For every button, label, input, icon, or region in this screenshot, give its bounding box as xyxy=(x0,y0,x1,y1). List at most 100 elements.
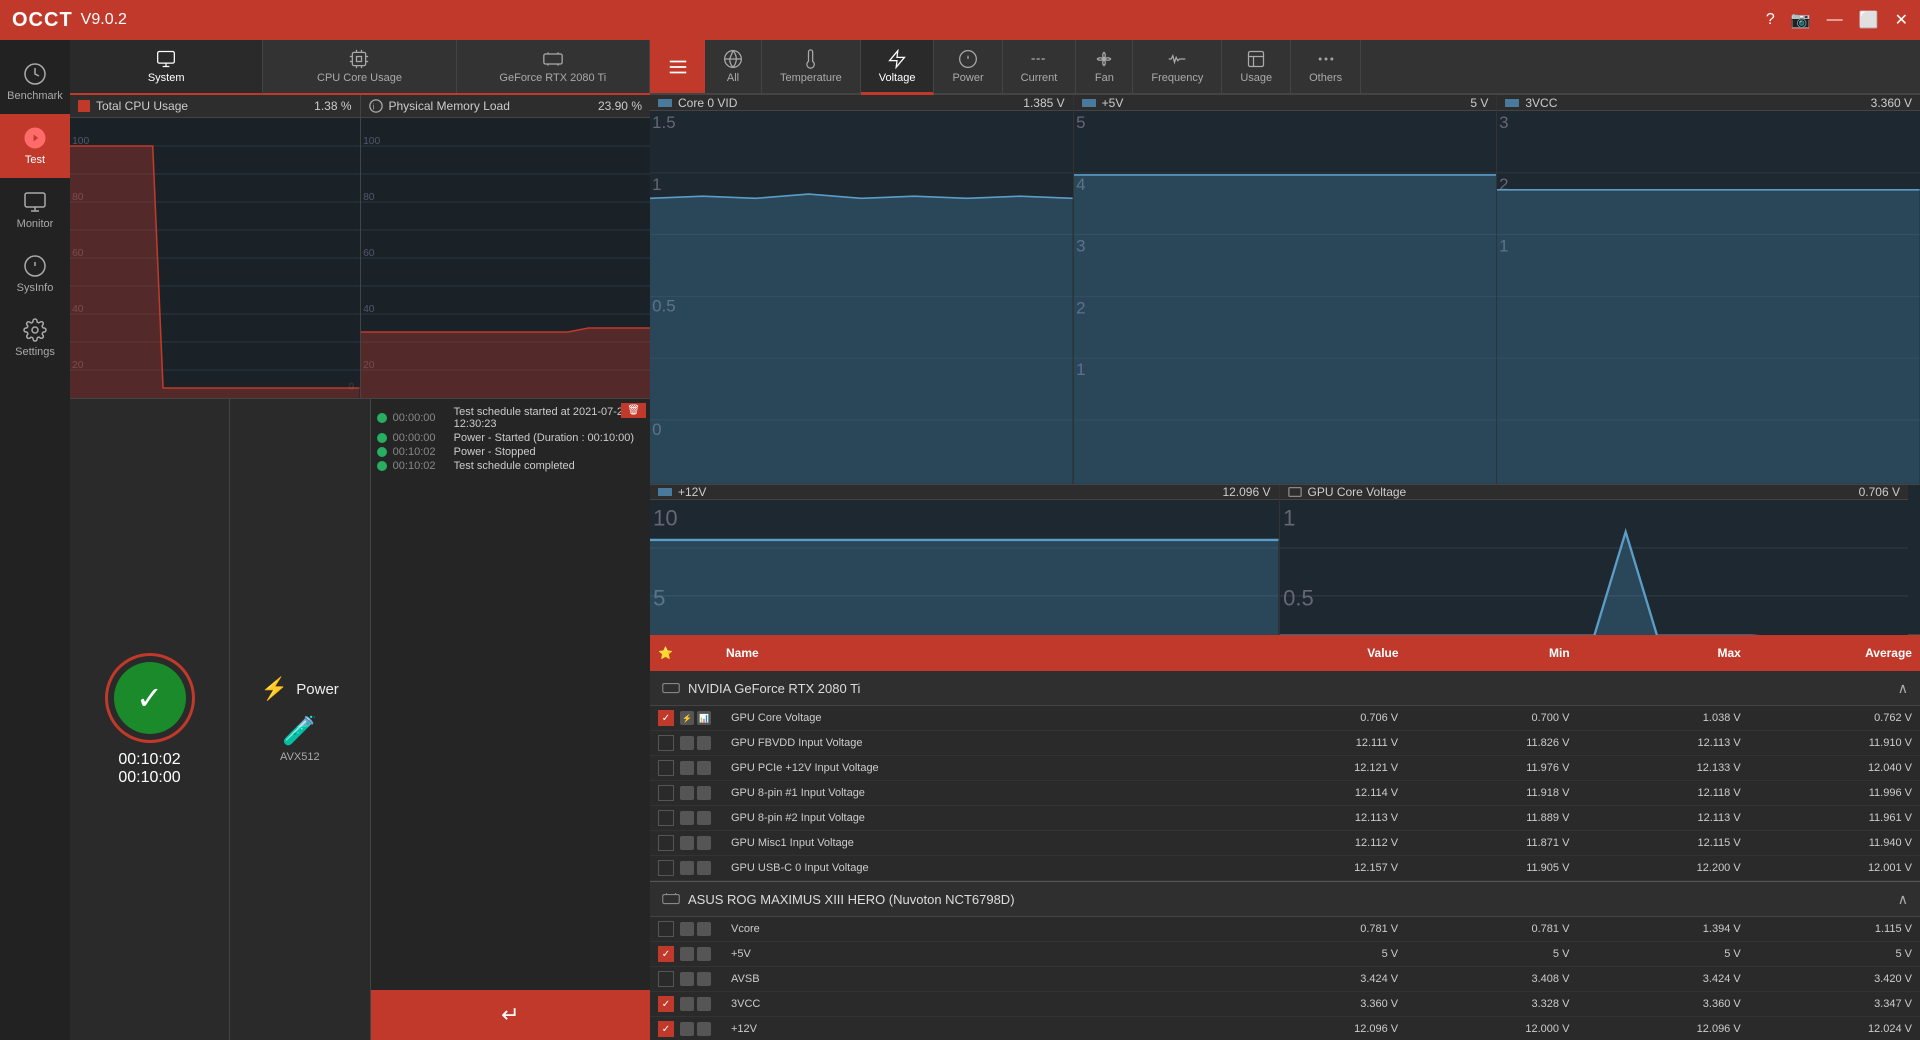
row-checkbox[interactable] xyxy=(658,760,674,776)
row-icon xyxy=(697,947,711,961)
row-max: 3.360 V xyxy=(1575,998,1740,1010)
tab-fan[interactable]: Fan xyxy=(1076,40,1133,93)
row-icon xyxy=(680,811,694,825)
tab-all[interactable]: All xyxy=(705,40,762,93)
screenshot-button[interactable]: 📷 xyxy=(1791,10,1811,30)
row-checkbox[interactable] xyxy=(658,785,674,801)
svg-text:1.5: 1.5 xyxy=(652,113,675,132)
row-max: 3.424 V xyxy=(1575,973,1740,985)
row-checkbox[interactable] xyxy=(658,860,674,876)
row-max: 12.096 V xyxy=(1575,1023,1740,1035)
log-text-2: Power - Started (Duration : 00:10:00) xyxy=(454,432,634,444)
row-name: GPU PCIe +12V Input Voltage xyxy=(731,762,1227,774)
tab-usage[interactable]: Usage xyxy=(1222,40,1291,93)
row-avg: 11.996 V xyxy=(1747,787,1912,799)
3vcc-label: 3VCC xyxy=(1525,96,1557,110)
enter-button[interactable]: ↵ xyxy=(371,990,650,1040)
row-value: 12.121 V xyxy=(1233,762,1398,774)
tab-temperature[interactable]: Temperature xyxy=(762,40,861,93)
svg-text:60: 60 xyxy=(363,248,375,259)
row-avg: 11.961 V xyxy=(1747,812,1912,824)
sidebar-label-settings: Settings xyxy=(15,346,55,358)
row-max: 12.113 V xyxy=(1575,737,1740,749)
memory-label: Physical Memory Load xyxy=(389,99,510,113)
row-checkbox[interactable]: ✓ xyxy=(658,710,674,726)
sidebar-item-benchmark[interactable]: Benchmark xyxy=(0,50,70,114)
tab-frequency[interactable]: Frequency xyxy=(1133,40,1222,93)
row-name: GPU USB-C 0 Input Voltage xyxy=(731,862,1227,874)
row-checkbox[interactable] xyxy=(658,921,674,937)
row-min: 11.871 V xyxy=(1404,837,1569,849)
row-checkbox[interactable] xyxy=(658,971,674,987)
3vcc-indicator xyxy=(1505,99,1519,107)
sidebar-label-sysinfo: SysInfo xyxy=(17,282,54,294)
sidebar-label-benchmark: Benchmark xyxy=(7,90,63,102)
cpu-indicator xyxy=(78,100,90,112)
left-tabs: System CPU Core Usage GeForce RTX 2080 T… xyxy=(70,40,650,95)
row-name: GPU 8-pin #1 Input Voltage xyxy=(731,787,1227,799)
log-entry-4: 00:10:02 Test schedule completed xyxy=(377,459,644,473)
row-checkbox[interactable]: ✓ xyxy=(658,1021,674,1037)
row-min: 3.328 V xyxy=(1404,998,1569,1010)
log-entry-3: 00:10:02 Power - Stopped xyxy=(377,445,644,459)
gpu-core-voltage-label: GPU Core Voltage xyxy=(1308,485,1407,499)
sidebar-item-sysinfo[interactable]: SysInfo xyxy=(0,242,70,306)
voltage-charts-row2: +12V 12.096 V 10 5 0 xyxy=(650,485,1920,635)
tab-voltage[interactable]: Voltage xyxy=(861,40,935,95)
row-checkbox[interactable]: ✓ xyxy=(658,996,674,1012)
table-row: GPU 8-pin #2 Input Voltage 12.113 V 11.8… xyxy=(650,806,1920,831)
tab-current-label: Current xyxy=(1021,72,1058,84)
sidebar-item-settings[interactable]: Settings xyxy=(0,306,70,370)
nvidia-collapse-button[interactable]: ∧ xyxy=(1898,680,1908,697)
device-header-nvidia: NVIDIA GeForce RTX 2080 Ti ∧ xyxy=(650,671,1920,706)
row-value: 12.113 V xyxy=(1233,812,1398,824)
row-checkbox[interactable] xyxy=(658,810,674,826)
log-area: 🗑 00:00:00 Test schedule started at 2021… xyxy=(371,399,650,990)
log-dot-4 xyxy=(377,461,387,471)
help-button[interactable]: ? xyxy=(1766,11,1775,29)
sidebar-item-test[interactable]: Test xyxy=(0,114,70,178)
device-header-asus: ASUS ROG MAXIMUS XIII HERO (Nuvoton NCT6… xyxy=(650,881,1920,917)
clear-log-button[interactable]: 🗑 xyxy=(621,403,646,418)
menu-button[interactable] xyxy=(650,40,705,93)
maximize-button[interactable]: ⬜ xyxy=(1859,10,1879,30)
log-dot-2 xyxy=(377,433,387,443)
row-checkbox[interactable]: ✓ xyxy=(658,946,674,962)
minimize-button[interactable]: — xyxy=(1827,11,1843,29)
row-checkbox[interactable] xyxy=(658,835,674,851)
nvidia-device-name: NVIDIA GeForce RTX 2080 Ti xyxy=(688,681,860,696)
sidebar-item-monitor[interactable]: Monitor xyxy=(0,178,70,242)
vertical-divider[interactable] xyxy=(1908,485,1920,634)
row-value: 12.114 V xyxy=(1233,787,1398,799)
plus12v-indicator xyxy=(658,488,672,496)
memory-value: 23.90 % xyxy=(598,99,642,113)
log-panel: 🗑 00:00:00 Test schedule started at 2021… xyxy=(371,399,650,1040)
tab-system[interactable]: System xyxy=(70,40,263,95)
table-row: GPU PCIe +12V Input Voltage 12.121 V 11.… xyxy=(650,756,1920,781)
close-button[interactable]: ✕ xyxy=(1895,10,1908,30)
row-value: 5 V xyxy=(1233,948,1398,960)
charts-container: 100 80 60 40 20 0 xyxy=(70,118,650,398)
svg-text:40: 40 xyxy=(363,304,375,315)
row-icon xyxy=(680,1022,694,1036)
tab-power[interactable]: Power xyxy=(934,40,1002,93)
tab-voltage-label: Voltage xyxy=(879,72,916,84)
tab-others[interactable]: Others xyxy=(1291,40,1361,93)
app-version: V9.0.2 xyxy=(81,11,127,29)
plus12v-value: 12.096 V xyxy=(1222,485,1270,499)
cpu-usage-label: Total CPU Usage xyxy=(96,99,188,113)
tab-system-label: System xyxy=(148,72,185,84)
tab-geforce[interactable]: GeForce RTX 2080 Ti xyxy=(457,40,650,93)
log-text-4: Test schedule completed xyxy=(454,460,575,472)
asus-collapse-button[interactable]: ∧ xyxy=(1898,891,1908,908)
row-checkbox[interactable] xyxy=(658,735,674,751)
tab-current[interactable]: Current xyxy=(1003,40,1077,93)
tab-cpu-core-usage[interactable]: CPU Core Usage xyxy=(263,40,456,93)
asus-device-name: ASUS ROG MAXIMUS XIII HERO (Nuvoton NCT6… xyxy=(688,892,1015,907)
row-value: 12.157 V xyxy=(1233,862,1398,874)
chart-plus12v: +12V 12.096 V 10 5 0 xyxy=(650,485,1280,634)
row-min: 11.826 V xyxy=(1404,737,1569,749)
title-bar-left: OCCT V9.0.2 xyxy=(12,9,127,32)
row-icon xyxy=(680,861,694,875)
log-text-3: Power - Stopped xyxy=(454,446,536,458)
